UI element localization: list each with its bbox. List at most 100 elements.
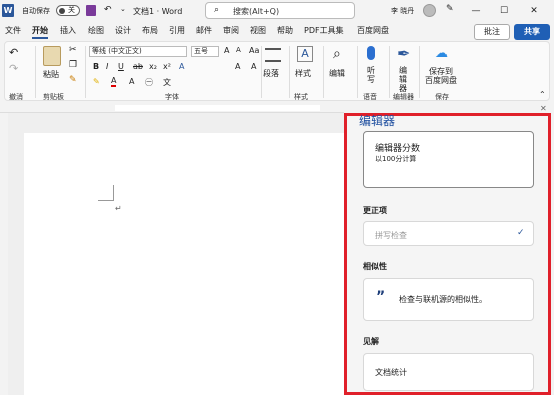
share-button[interactable]: 共享: [514, 24, 550, 40]
pen-icon[interactable]: ✎: [446, 4, 454, 14]
char-shading-icon[interactable]: A: [129, 77, 134, 86]
menu-draw[interactable]: 绘图: [88, 25, 104, 36]
edit-label[interactable]: 编辑: [329, 68, 345, 79]
menu-insert[interactable]: 插入: [60, 25, 76, 36]
change-case-icon[interactable]: Aa: [249, 46, 259, 55]
document-page[interactable]: [24, 133, 344, 395]
quote-icon: ”: [376, 289, 386, 305]
paragraph-icon[interactable]: [265, 48, 281, 62]
word-logo-icon: W: [2, 4, 14, 17]
quick-access-more-icon[interactable]: ⌄: [120, 5, 126, 13]
baidu-netdisk-icon[interactable]: ☁: [435, 46, 448, 61]
editor-pane: 编辑器 ✕ 编辑器分数 以100分计算 更正项 拼写检查 ✓ 相似性 ” 检查与…: [344, 104, 551, 395]
format-painter-icon[interactable]: ✎: [69, 75, 77, 85]
user-name[interactable]: 李 晓丹: [391, 6, 414, 16]
similarity-text: 检查与联机源的相似性。: [399, 295, 487, 304]
superscript-icon[interactable]: x²: [163, 62, 171, 71]
cut-icon[interactable]: ✂: [69, 45, 77, 55]
editor-score-title: 编辑器分数: [375, 144, 421, 154]
checkmark-icon: ✓: [517, 228, 525, 238]
menu-file[interactable]: 文件: [5, 25, 21, 36]
similarity-heading: 相似性: [363, 262, 387, 271]
highlight-icon[interactable]: ✎: [93, 77, 100, 86]
undo-icon[interactable]: ↶: [104, 5, 112, 15]
find-icon[interactable]: ⌕: [333, 46, 341, 62]
pane-close-icon[interactable]: ✕: [540, 104, 547, 113]
menu-pdf-tools[interactable]: PDF工具集: [304, 25, 344, 36]
close-button[interactable]: ✕: [524, 3, 544, 19]
paste-label[interactable]: 粘贴: [43, 69, 59, 80]
document-stats-item[interactable]: 文档统计: [363, 353, 534, 391]
menu-home[interactable]: 开始: [32, 25, 48, 39]
spelling-check-item[interactable]: 拼写检查 ✓: [363, 221, 534, 246]
menu-references[interactable]: 引用: [169, 25, 185, 36]
minimize-button[interactable]: —: [466, 3, 486, 19]
shrink-font-icon[interactable]: A: [236, 46, 241, 54]
styles-icon[interactable]: A: [297, 46, 313, 62]
menu-design[interactable]: 设计: [115, 25, 131, 36]
undo-icon[interactable]: ↶: [9, 46, 18, 59]
comment-button-label: 批注: [484, 27, 500, 36]
italic-icon[interactable]: I: [106, 62, 108, 71]
save-group-label: 保存: [435, 93, 449, 101]
insights-heading: 见解: [363, 337, 379, 346]
font-group-label: 字体: [165, 93, 179, 101]
paste-icon[interactable]: [43, 46, 61, 66]
phonetic-guide-icon[interactable]: 文: [163, 77, 171, 88]
editor-label[interactable]: 编辑器: [397, 66, 409, 93]
menu-baidu-netdisk[interactable]: 百度网盘: [357, 25, 389, 36]
paragraph-label[interactable]: 段落: [263, 68, 279, 79]
editor-pen-icon[interactable]: ✒: [397, 44, 410, 63]
save-icon[interactable]: [86, 5, 96, 16]
clipboard-group-label: 剪贴板: [43, 93, 64, 101]
underline-icon[interactable]: U: [118, 62, 124, 71]
strikethrough-icon[interactable]: ab: [133, 62, 143, 71]
voice-group-label: 语音: [363, 93, 377, 101]
menu-help[interactable]: 帮助: [277, 25, 293, 36]
search-box[interactable]: ⌕ 搜索(Alt+Q): [205, 2, 355, 19]
collapse-ribbon-icon[interactable]: ⌃: [539, 90, 546, 99]
styles-label[interactable]: 样式: [295, 68, 311, 79]
editor-score-card[interactable]: 编辑器分数 以100分计算: [363, 131, 534, 188]
toggle-knob: [59, 8, 65, 14]
menu-view[interactable]: 视图: [250, 25, 266, 36]
menu-bar: 文件 开始 插入 绘图 设计 布局 引用 邮件 审阅 视图 帮助 PDF工具集 …: [0, 22, 554, 40]
document-title: 文档1 · Word: [133, 7, 183, 16]
char-border-icon[interactable]: A: [251, 62, 256, 71]
autosave-label: 自动保存: [22, 7, 50, 15]
copy-icon[interactable]: ❐: [69, 60, 77, 70]
text-effects-icon[interactable]: A: [179, 62, 184, 71]
font-size-select[interactable]: 五号: [191, 46, 219, 57]
editor-pane-title: 编辑器: [359, 114, 396, 128]
menu-mailings[interactable]: 邮件: [196, 25, 212, 36]
clear-formatting-icon[interactable]: A: [235, 62, 240, 71]
comment-button[interactable]: 批注: [474, 24, 510, 40]
bold-icon[interactable]: B: [93, 62, 99, 71]
horizontal-ruler: [0, 103, 344, 113]
document-stats-label: 文档统计: [375, 368, 407, 377]
editor-score-subtitle: 以100分计算: [375, 155, 417, 163]
dictate-label[interactable]: 听写: [365, 66, 377, 84]
menu-review[interactable]: 审阅: [223, 25, 239, 36]
maximize-button[interactable]: ☐: [494, 3, 514, 19]
autosave-toggle[interactable]: 关: [56, 5, 80, 16]
font-name-select[interactable]: 等线 (中文正文): [89, 46, 187, 57]
title-bar: W 自动保存 关 ↶ ⌄ 文档1 · Word ⌕ 搜索(Alt+Q) 李 晓丹…: [0, 0, 554, 22]
ribbon: ↶ ↷ 撤消 粘贴 ✂ ❐ ✎ 剪贴板 等线 (中文正文) 五号 A A Aa …: [4, 41, 550, 101]
margin-mark-horizontal: [98, 200, 114, 201]
enclose-char-icon[interactable]: ㊀: [145, 77, 153, 88]
similarity-check-item[interactable]: ” 检查与联机源的相似性。: [363, 278, 534, 321]
microphone-icon[interactable]: [367, 46, 375, 60]
redo-icon[interactable]: ↷: [9, 62, 18, 75]
menu-layout[interactable]: 布局: [142, 25, 158, 36]
grow-font-icon[interactable]: A: [224, 46, 229, 55]
editor-group-label: 编辑器: [393, 93, 414, 101]
font-color-icon[interactable]: A: [111, 77, 117, 87]
subscript-icon[interactable]: x₂: [149, 62, 157, 71]
autosave-state: 关: [68, 6, 75, 14]
avatar[interactable]: [423, 4, 436, 17]
save-to-label-2[interactable]: 百度网盘: [425, 75, 457, 86]
margin-mark-vertical: [113, 185, 114, 201]
corrections-heading: 更正项: [363, 206, 387, 215]
share-button-label: 共享: [524, 27, 540, 36]
